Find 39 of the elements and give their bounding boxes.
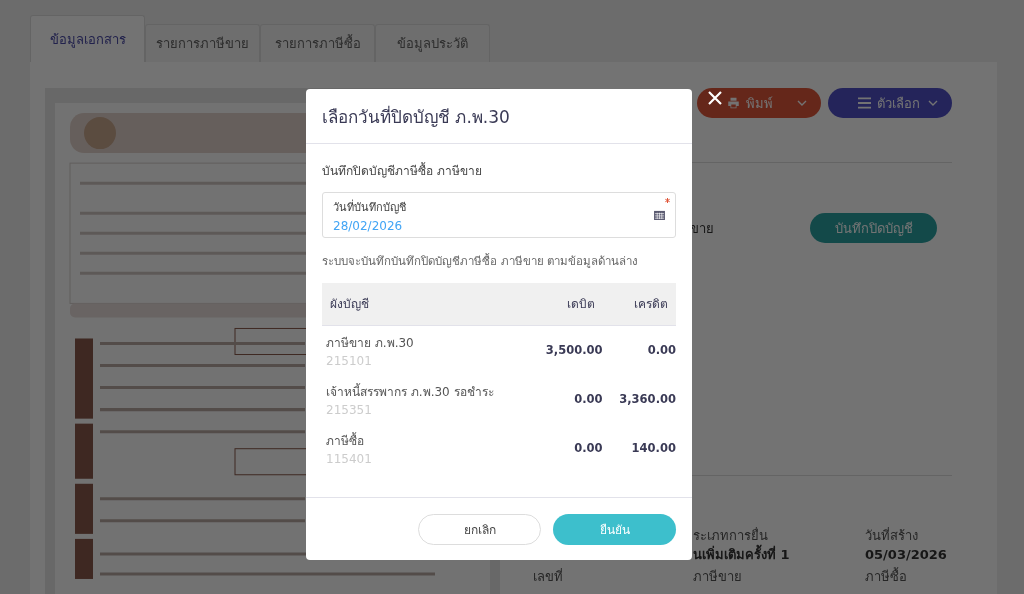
tab[interactable]: รายการภาษีขาย <box>145 24 260 62</box>
field-value: นเพิ่มเติมครั้งที่ 1 <box>693 546 865 563</box>
info-text: ระบบจะบันทึกบันทึกปิดบัญชีภาษีซื้อ ภาษีขาย ตามข้อมูลด้านล่าง <box>322 252 640 270</box>
chevron-down-icon <box>797 100 807 106</box>
field-label: เลขที่ <box>533 569 564 585</box>
field-label: วันที่สร้าง <box>865 528 919 544</box>
table-cell: 0.00 <box>574 441 603 455</box>
cancel-button[interactable]: ยกเลิก <box>418 513 541 545</box>
table-cell: 3,360.00 <box>619 392 676 406</box>
print-button[interactable]: พิมพ์ <box>697 88 821 118</box>
options-button[interactable]: ตัวเลือก <box>828 88 952 118</box>
account-name: เจ้าหนี้สรรพากร ภ.พ.30 รอชำระ <box>326 382 495 401</box>
dialog-title: เลือกวันที่ปิดบัญชี ภ.พ.30 <box>322 104 510 129</box>
date-field[interactable]: วันที่บันทึกบัญชี 28/02/2026 <box>322 192 676 238</box>
field-label: ภาษีขาย <box>693 569 743 585</box>
tab[interactable]: ข้อมูลประวัติ <box>375 24 490 62</box>
close-icon[interactable] <box>708 91 722 105</box>
account-name: ภาษีซื้อ <box>326 431 365 450</box>
section-title: บันทึกปิดบัญชีภาษีซื้อ ภาษีขาย <box>322 161 483 180</box>
close-account-button[interactable]: บันทึกปิดบัญชี <box>810 213 937 243</box>
menu-icon <box>858 97 871 109</box>
table-cell: 3,500.00 <box>545 343 603 357</box>
field-label: ภาษีซื้อ <box>865 569 907 585</box>
table-cell: 0.00 <box>574 392 603 406</box>
column-header: เดบิต <box>529 283 603 325</box>
confirm-button[interactable]: ยืนยัน <box>553 513 676 545</box>
table-cell: 0.00 <box>647 343 676 357</box>
printer-icon <box>727 97 740 109</box>
account-name: ภาษีขาย ภ.พ.30 <box>326 334 415 352</box>
calendar-icon <box>654 210 665 220</box>
table-cell: 140.00 <box>631 441 676 455</box>
field-value: 05/03/2026 <box>865 546 947 563</box>
tab[interactable]: ข้อมูลเอกสาร <box>30 15 145 62</box>
tab[interactable]: รายการภาษีซื้อ <box>260 24 375 62</box>
column-header: เครดิต <box>602 283 676 325</box>
label-text: ขาย <box>690 219 714 238</box>
chevron-down-icon <box>928 100 938 106</box>
column-header: ผังบัญชี <box>322 283 530 325</box>
field-label: ระเภทการยื่น <box>693 528 769 544</box>
